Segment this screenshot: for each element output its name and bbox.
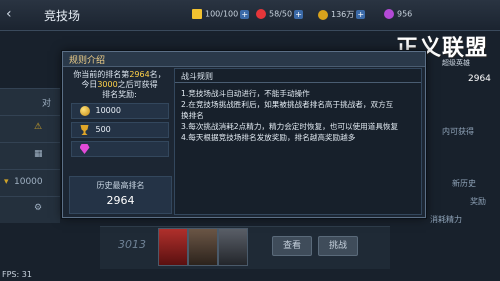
coin-counter: 136万 + — [318, 9, 366, 20]
trophy-icon — [80, 125, 89, 135]
list-item[interactable]: ⚙ — [0, 196, 60, 223]
gem-icon — [384, 9, 394, 19]
reward-row-trophy: 500 — [70, 122, 169, 138]
add-stamina-button[interactable]: + — [240, 9, 250, 19]
background-list: 对 ⚠ ▦ ▾ 10000 ⚙ — [0, 88, 60, 223]
lightning-icon — [192, 9, 202, 19]
page-title: 竞技场 — [44, 9, 81, 23]
history-best-rank: 历史最高排名 2964 — [69, 176, 172, 214]
top-bar: ‹ 竞技场 100/100 + 58/50 + 136万 + 956 — [0, 0, 500, 31]
list-item[interactable]: ⚠ — [0, 115, 60, 142]
hero-portrait[interactable] — [158, 228, 188, 266]
view-button[interactable]: 查看 — [272, 236, 312, 256]
add-heart-button[interactable]: + — [294, 9, 304, 19]
reward-row-gem — [70, 141, 169, 157]
reward-row-coins: 10000 — [70, 103, 169, 119]
coin-icon — [318, 9, 328, 20]
back-button[interactable]: ‹ — [6, 6, 20, 22]
trophy-small: ▾ — [4, 177, 9, 187]
rules-title: 战斗规则 — [181, 72, 213, 81]
list-item[interactable]: ▾ 10000 — [0, 169, 60, 196]
rule-line: 换排名 — [181, 111, 204, 120]
background-right-panel: 2964 内可获得 新历史 奖励 消耗精力 — [430, 74, 491, 224]
fps-counter: FPS: 31 — [2, 270, 32, 279]
dialog-title-bar: 规则介绍 — [63, 52, 425, 67]
warning-icon: ⚠ — [34, 122, 43, 132]
list-item[interactable]: ▦ — [0, 142, 60, 169]
hero-portrait[interactable] — [188, 228, 218, 266]
rule-line: 4.每天根据竞技场排名发放奖励，排名越高奖励越多 — [181, 133, 356, 142]
opponent-rank: 3013 — [118, 238, 146, 251]
grid-icon: ▦ — [34, 149, 43, 159]
add-coin-button[interactable]: + — [356, 10, 366, 19]
rule-line: 2.在竞技场挑战胜利后，如果被挑战者排名高于挑战者，双方互 — [181, 100, 394, 109]
heart-icon — [256, 9, 266, 19]
heart-counter: 58/50 + — [256, 9, 304, 19]
rules-dialog: 规则介绍 你当前的排名第2964名， 今日3000之后可获得 排名奖励: 100… — [62, 51, 426, 218]
list-item[interactable]: 对 — [0, 88, 60, 115]
rule-line: 3.每次挑战消耗2点精力，精力会定时恢复，也可以使用道具恢复 — [181, 122, 399, 131]
hero-portrait[interactable] — [218, 228, 248, 266]
gem-icon — [79, 144, 90, 154]
rules-list: 1.竞技场战斗自动进行，不能手动操作 2.在竞技场挑战胜利后，如果被挑战者排名高… — [181, 88, 417, 143]
stamina-counter: 100/100 + — [192, 9, 250, 19]
divider — [175, 82, 421, 83]
rank-info: 你当前的排名第2964名， 今日3000之后可获得 排名奖励: — [73, 70, 166, 99]
gem-counter: 956 — [384, 9, 412, 19]
battle-rules-panel: 战斗规则 1.竞技场战斗自动进行，不能手动操作 2.在竞技场挑战胜利后，如果被挑… — [174, 68, 422, 215]
rule-line: 1.竞技场战斗自动进行，不能手动操作 — [181, 89, 310, 98]
gear-icon: ⚙ — [34, 203, 43, 213]
rank-summary-panel: 你当前的排名第2964名， 今日3000之后可获得 排名奖励: 10000 50… — [69, 70, 172, 214]
challenge-button[interactable]: 挑战 — [318, 236, 358, 256]
dialog-title: 规则介绍 — [69, 56, 106, 66]
coin-icon — [79, 106, 90, 116]
